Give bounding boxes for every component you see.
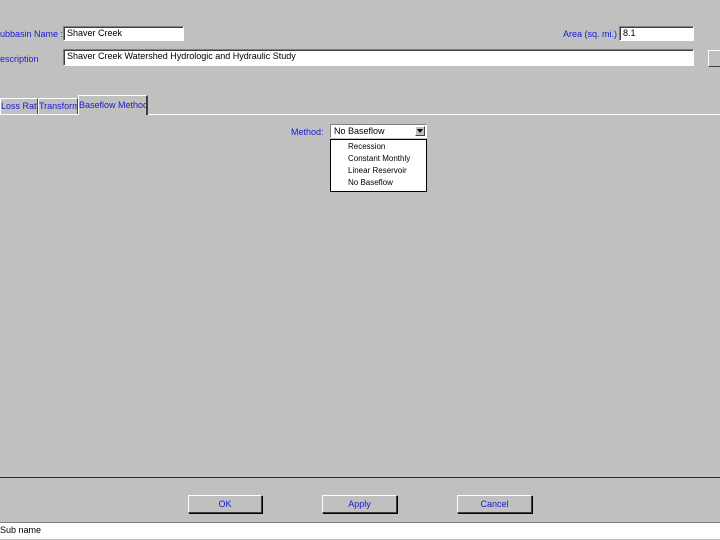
method-option-linear-reservoir[interactable]: Linear Reservoir: [348, 165, 407, 177]
partial-button-edge[interactable]: [708, 50, 720, 67]
method-select-value: No Baseflow: [334, 126, 385, 136]
subbasin-name-label: ubbasin Name :: [0, 29, 64, 39]
method-label: Method:: [291, 127, 324, 137]
tab-transform[interactable]: Transform: [38, 98, 78, 114]
method-option-no-baseflow[interactable]: No Baseflow: [348, 177, 393, 189]
method-option-constant-monthly[interactable]: Constant Monthly: [348, 153, 410, 165]
area-label: Area (sq. mi.): [563, 29, 618, 39]
subbasin-editor-window: ubbasin Name : Shaver Creek Area (sq. mi…: [0, 0, 720, 540]
method-dropdown-list: Recession Constant Monthly Linear Reserv…: [330, 139, 427, 192]
description-label: escription: [0, 54, 39, 64]
tab-baseflow-method[interactable]: Baseflow Method: [78, 95, 148, 115]
ok-button[interactable]: OK: [188, 495, 262, 513]
method-select[interactable]: No Baseflow: [330, 124, 427, 138]
dropdown-arrow-button[interactable]: [415, 126, 425, 136]
status-text: Sub name: [0, 525, 42, 535]
status-bar: Sub name: [0, 522, 720, 539]
subbasin-name-input[interactable]: Shaver Creek: [63, 26, 184, 41]
chevron-down-icon: [417, 129, 423, 133]
bottom-divider: [0, 477, 720, 478]
tab-loss-rate[interactable]: Loss Rate: [0, 98, 38, 114]
area-input[interactable]: 8.1: [619, 26, 694, 41]
description-input[interactable]: Shaver Creek Watershed Hydrologic and Hy…: [63, 49, 694, 66]
method-option-recession[interactable]: Recession: [348, 141, 385, 153]
apply-button[interactable]: Apply: [322, 495, 397, 513]
cancel-button[interactable]: Cancel: [457, 495, 532, 513]
